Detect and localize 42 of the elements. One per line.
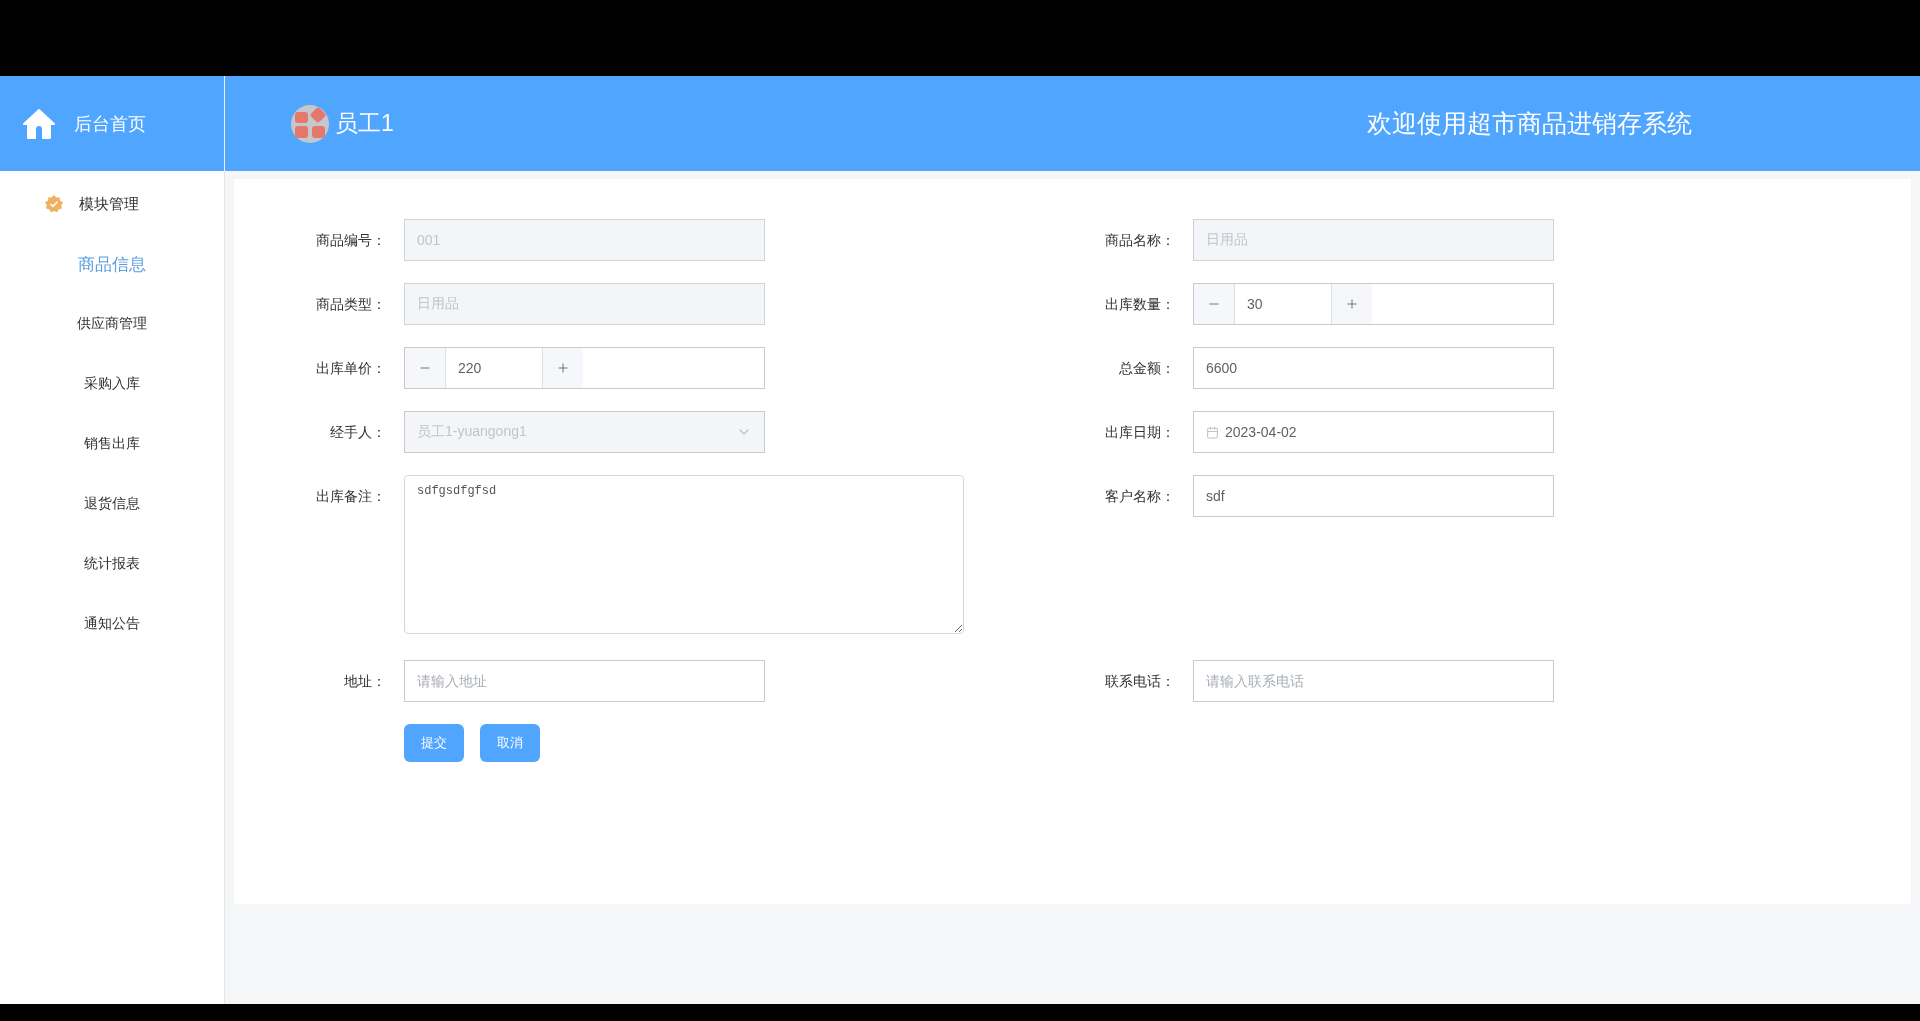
badge-check-icon xyxy=(45,195,63,213)
text-input[interactable]: 请输入地址 xyxy=(404,660,765,702)
number-field[interactable]: 30 xyxy=(1234,284,1332,324)
number-input[interactable]: 220 xyxy=(404,347,765,389)
decrement-button[interactable] xyxy=(1194,284,1234,324)
menu-section-title[interactable]: 模块管理 xyxy=(79,194,139,214)
avatar-icon xyxy=(291,104,329,143)
decrement-button[interactable] xyxy=(405,348,445,388)
field-label: 出库备注： xyxy=(315,487,387,506)
plus-icon xyxy=(556,361,570,375)
system-title: 欢迎使用超市商品进销存系统 xyxy=(1367,108,1692,139)
text-input[interactable]: 请输入联系电话 xyxy=(1193,660,1554,702)
increment-button[interactable] xyxy=(1332,284,1372,324)
user-name: 员工1 xyxy=(335,109,394,138)
field-label: 出库日期： xyxy=(1104,423,1176,442)
sidebar-item[interactable]: 采购入库 xyxy=(0,354,224,414)
field-label: 出库数量： xyxy=(1104,295,1176,314)
field-label: 商品类型： xyxy=(315,295,387,314)
field-label: 总金额： xyxy=(1118,359,1176,378)
sidebar-item[interactable]: 销售出库 xyxy=(0,414,224,474)
field-label: 经手人： xyxy=(329,423,387,442)
remark-textarea[interactable]: sdfgsdfgfsd xyxy=(404,475,964,634)
sidebar-item[interactable]: 退货信息 xyxy=(0,474,224,534)
field-label: 商品名称： xyxy=(1104,231,1176,250)
increment-button[interactable] xyxy=(543,348,583,388)
field-label: 联系电话： xyxy=(1104,672,1176,691)
sidebar-item[interactable]: 通知公告 xyxy=(0,594,224,654)
field-label: 客户名称： xyxy=(1104,487,1176,506)
home-icon xyxy=(22,107,56,140)
date-field[interactable]: 2023-04-02 xyxy=(1193,411,1554,453)
sidebar-item[interactable]: 供应商管理 xyxy=(0,294,224,354)
text-input[interactable]: sdf xyxy=(1193,475,1554,517)
text-input[interactable]: 6600 xyxy=(1193,347,1554,389)
number-field[interactable]: 220 xyxy=(445,348,543,388)
sidebar-item[interactable]: 统计报表 xyxy=(0,534,224,594)
plus-icon xyxy=(1345,297,1359,311)
date-value[interactable]: 2023-04-02 xyxy=(1219,424,1553,440)
calendar-icon xyxy=(1206,425,1219,439)
field-label: 地址： xyxy=(343,672,387,691)
number-input[interactable]: 30 xyxy=(1193,283,1554,325)
field-label: 出库单价： xyxy=(315,359,387,378)
field-label: 商品编号： xyxy=(315,231,387,250)
